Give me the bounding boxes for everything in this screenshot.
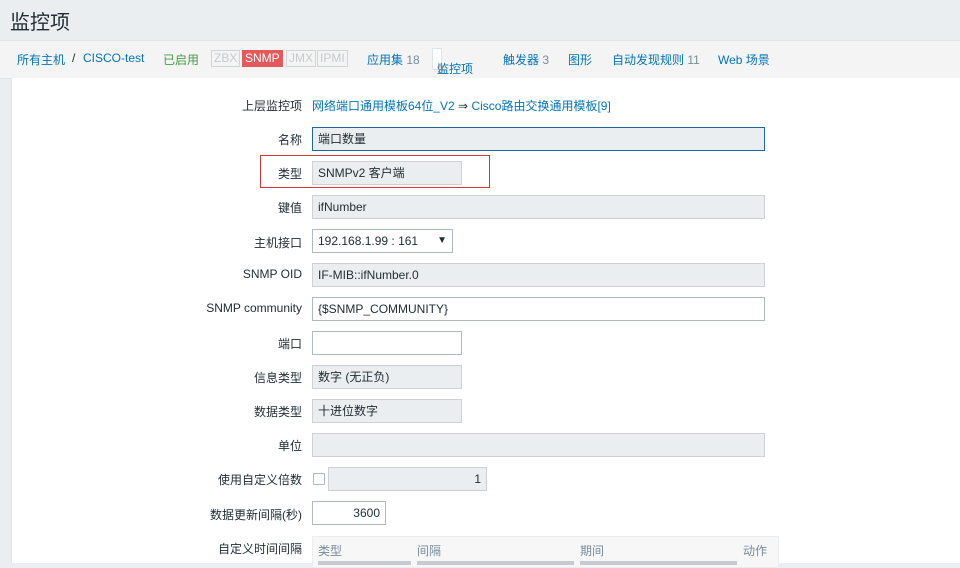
col-header-action: 动作 (743, 544, 768, 558)
multiplier-checkbox[interactable] (313, 473, 325, 485)
tag-snmp: SNMP (242, 50, 283, 67)
key-label: 键值 (277, 201, 302, 215)
tab-applications-count: 18 (406, 53, 420, 67)
host-interface-select[interactable]: 192.168.1.99 : 161 ▼ (312, 229, 453, 253)
breadcrumb-separator: / (72, 51, 76, 65)
custom-interval-table: 类型 间隔 期间 动作 (312, 536, 779, 568)
update-interval-field[interactable]: 3600 (312, 501, 386, 525)
row-period-control[interactable] (580, 561, 737, 565)
breadcrumb-host[interactable]: CISCO-test (83, 51, 144, 65)
host-status-enabled[interactable]: 已启用 (163, 51, 199, 68)
page-title: 监控项 (10, 12, 70, 34)
tab-triggers-count: 3 (542, 53, 550, 67)
parent-item-links: 网络端口通用模板64位_V2 ⇒ Cisco路由交换通用模板[9] (312, 97, 611, 114)
tab-triggers-label: 触发器 (503, 53, 540, 67)
tab-items[interactable]: 监控项 9 (432, 48, 473, 76)
name-label: 名称 (277, 133, 302, 147)
tab-discovery-rules[interactable]: 自动发现规则 11 (612, 51, 700, 68)
snmp-oid-label: SNMP OID (242, 267, 302, 281)
type-label: 类型 (277, 167, 302, 181)
multiplier-label: 使用自定义倍数 (217, 473, 302, 487)
tab-discovery-label: 自动发现规则 (612, 53, 685, 67)
tab-items-count: 9 (437, 62, 444, 76)
tab-graphs[interactable]: 图形 (568, 51, 592, 68)
snmp-oid-field: IF-MIB::ifNumber.0 (312, 263, 765, 287)
port-label: 端口 (277, 337, 302, 351)
name-field[interactable]: 端口数量 (312, 127, 765, 151)
tab-discovery-count: 11 (687, 53, 700, 67)
port-field[interactable] (312, 331, 462, 355)
tag-jmx: JMX (286, 50, 316, 67)
tag-zbx: ZBX (211, 50, 241, 67)
update-interval-label: 数据更新间隔(秒) (210, 508, 302, 522)
tab-applications[interactable]: 应用集 18 (367, 51, 420, 68)
parent-template-link[interactable]: 网络端口通用模板64位_V2 (312, 99, 455, 113)
col-header-type: 类型 (318, 544, 343, 558)
row-interval-control[interactable] (417, 561, 574, 565)
custom-interval-label: 自定义时间间隔 (217, 542, 302, 556)
col-header-interval: 间隔 (417, 544, 442, 558)
tab-triggers[interactable]: 触发器 3 (503, 51, 549, 68)
host-interface-value: 192.168.1.99 : 161 (318, 234, 419, 248)
parent-template-link-2[interactable]: Cisco路由交换通用模板[9] (471, 99, 610, 113)
item-form: 上层监控项 网络端口通用模板64位_V2 ⇒ Cisco路由交换通用模板[9] … (11, 78, 960, 568)
data-type-field: 十进位数字 (312, 399, 462, 423)
tag-ipmi: IPMI (317, 50, 348, 67)
type-field: SNMPv2 客户端 (312, 161, 462, 185)
snmp-community-label: SNMP community (206, 301, 302, 315)
info-type-label: 信息类型 (253, 371, 302, 385)
host-interface-label: 主机接口 (253, 236, 302, 250)
host-nav-bar: 所有主机 / CISCO-test 已启用 ZBX SNMP JMX IPMI … (0, 40, 960, 79)
multiplier-field: 1 (328, 467, 487, 491)
units-field (312, 433, 765, 457)
info-type-field: 数字 (无正负) (312, 365, 462, 389)
parent-arrow: ⇒ (458, 99, 469, 113)
breadcrumb-all-hosts[interactable]: 所有主机 (17, 51, 65, 68)
data-type-label: 数据类型 (253, 405, 302, 419)
row-type-control[interactable] (318, 561, 411, 565)
key-field: ifNumber (312, 195, 765, 219)
tab-web-scenarios[interactable]: Web 场景 (718, 51, 770, 68)
col-header-period: 期间 (580, 544, 605, 558)
parent-item-label: 上层监控项 (241, 99, 302, 113)
units-label: 单位 (277, 439, 302, 453)
chevron-down-icon: ▼ (437, 235, 447, 246)
tab-applications-label: 应用集 (367, 53, 404, 67)
snmp-community-field[interactable]: {$SNMP_COMMUNITY} (312, 297, 765, 321)
